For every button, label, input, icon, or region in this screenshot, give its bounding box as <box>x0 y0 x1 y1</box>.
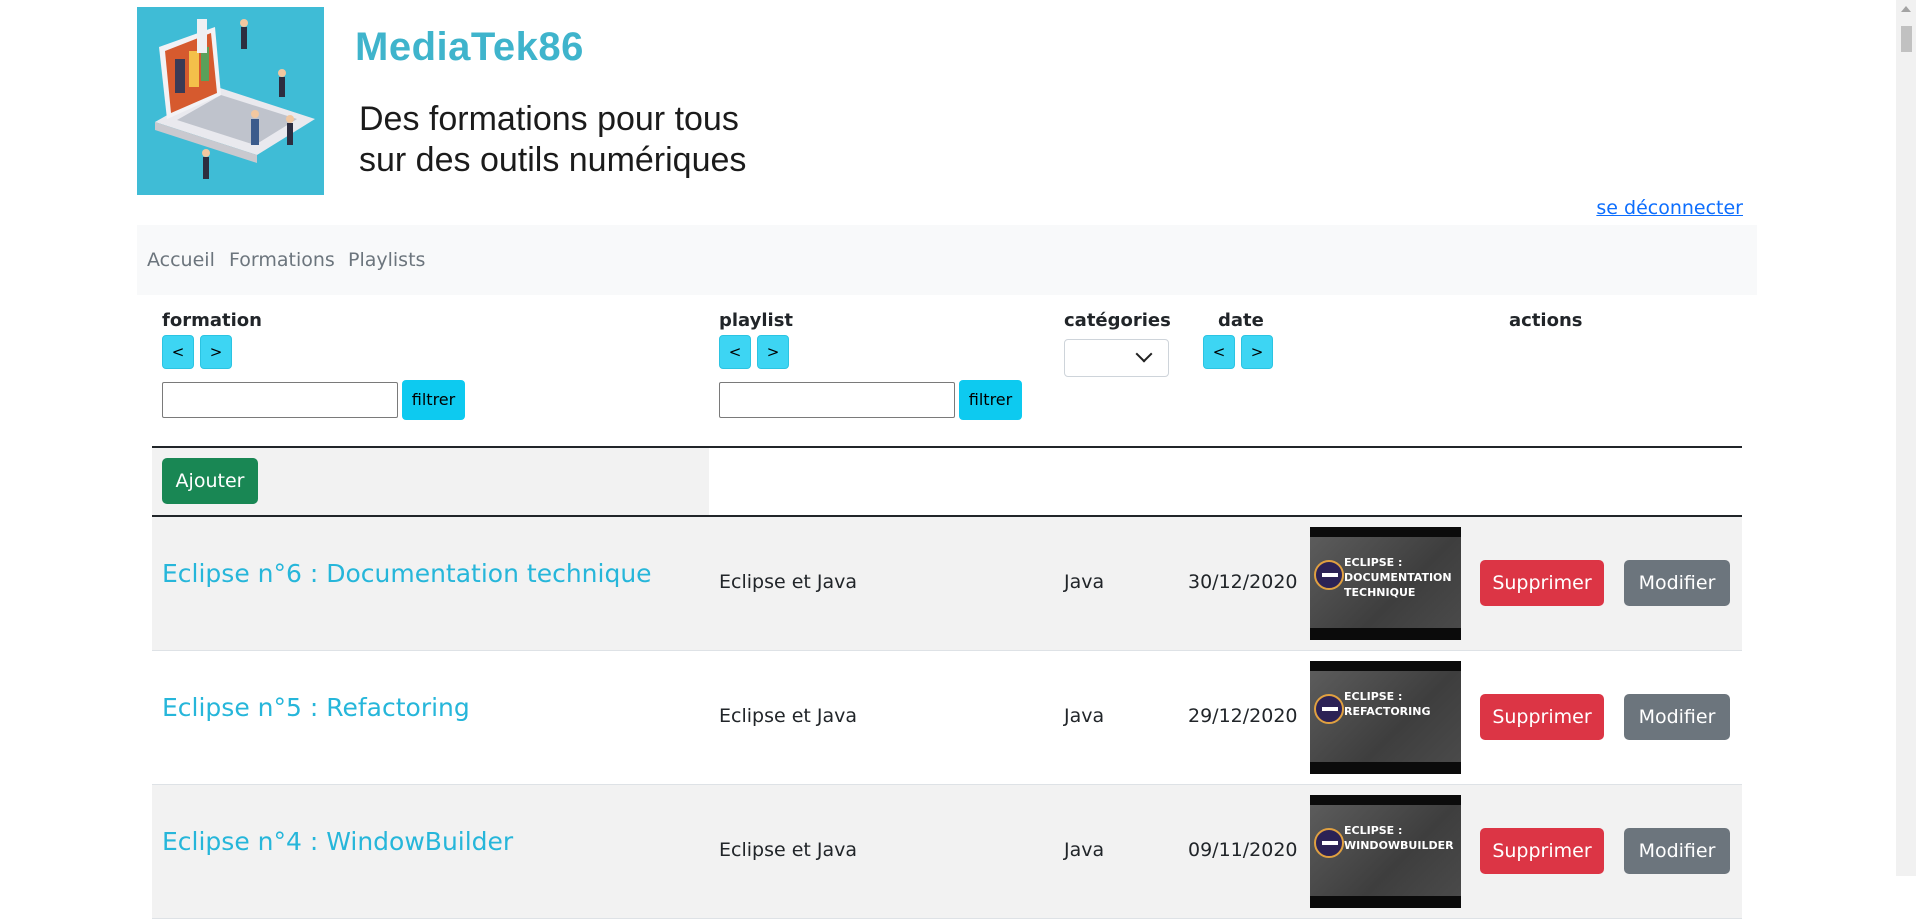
formation-title-link[interactable]: Eclipse n°6 : Documentation technique <box>162 559 652 588</box>
add-row: Ajouter <box>152 448 709 516</box>
video-thumbnail[interactable]: ECLIPSE : WINDOWBUILDER <box>1310 795 1461 908</box>
table-row: Eclipse n°4 : WindowBuilder Eclipse et J… <box>152 785 1742 919</box>
navbar: Accueil Formations Playlists <box>137 225 1757 295</box>
logout-link[interactable]: se déconnecter <box>1596 197 1743 219</box>
formation-filter-input[interactable] <box>162 382 398 418</box>
playlist-cell: Eclipse et Java <box>719 705 858 727</box>
date-cell: 30/12/2020 <box>1188 571 1298 593</box>
eclipse-logo-icon <box>1314 828 1344 858</box>
sort-formation-asc-button[interactable]: < <box>162 335 194 369</box>
edit-button[interactable]: Modifier <box>1624 694 1730 740</box>
date-cell: 29/12/2020 <box>1188 705 1298 727</box>
playlist-filter-button[interactable]: filtrer <box>959 380 1022 420</box>
formation-filter-button[interactable]: filtrer <box>402 380 465 420</box>
thumbnail-caption: ECLIPSE : DOCUMENTATION TECHNIQUE <box>1344 556 1452 599</box>
formation-title-link[interactable]: Eclipse n°4 : WindowBuilder <box>162 827 513 856</box>
table-row: Eclipse n°6 : Documentation technique Ec… <box>152 517 1742 651</box>
table-row: Eclipse n°5 : Refactoring Eclipse et Jav… <box>152 651 1742 785</box>
chevron-down-icon <box>1135 345 1153 363</box>
header-playlist: playlist <box>719 310 794 331</box>
nav-item-playlists[interactable]: Playlists <box>348 249 425 271</box>
eclipse-logo-icon <box>1314 694 1344 724</box>
tagline: Des formations pour tous sur des outils … <box>359 100 747 179</box>
category-cell: Java <box>1064 705 1105 727</box>
delete-button[interactable]: Supprimer <box>1480 828 1604 874</box>
category-cell: Java <box>1064 571 1105 593</box>
playlist-cell: Eclipse et Java <box>719 571 858 593</box>
nav-item-accueil[interactable]: Accueil <box>147 249 215 271</box>
formation-title-link[interactable]: Eclipse n°5 : Refactoring <box>162 693 470 722</box>
sort-date-asc-button[interactable]: < <box>1203 335 1235 369</box>
edit-button[interactable]: Modifier <box>1624 828 1730 874</box>
video-thumbnail[interactable]: ECLIPSE : DOCUMENTATION TECHNIQUE <box>1310 527 1461 640</box>
header-actions: actions <box>1509 310 1583 331</box>
delete-button[interactable]: Supprimer <box>1480 694 1604 740</box>
vertical-scrollbar[interactable] <box>1896 0 1916 876</box>
scroll-up-arrow-icon[interactable] <box>1901 6 1911 12</box>
laptop-illustration-logo <box>137 7 324 195</box>
playlist-filter-input[interactable] <box>719 382 955 418</box>
header-date: date <box>1218 310 1264 331</box>
header-formation: formation <box>162 310 262 331</box>
delete-button[interactable]: Supprimer <box>1480 560 1604 606</box>
thumbnail-caption: ECLIPSE : WINDOWBUILDER <box>1344 824 1454 852</box>
scrollbar-thumb[interactable] <box>1901 26 1912 52</box>
category-select[interactable] <box>1064 339 1169 377</box>
playlist-cell: Eclipse et Java <box>719 839 858 861</box>
header-categories: catégories <box>1064 310 1171 331</box>
eclipse-logo-icon <box>1314 560 1344 590</box>
sort-playlist-desc-button[interactable]: > <box>757 335 789 369</box>
edit-button[interactable]: Modifier <box>1624 560 1730 606</box>
video-thumbnail[interactable]: ECLIPSE : REFACTORING <box>1310 661 1461 774</box>
site-banner: MediaTek86 Des formations pour tous sur … <box>137 7 787 196</box>
sort-playlist-asc-button[interactable]: < <box>719 335 751 369</box>
date-cell: 09/11/2020 <box>1188 839 1298 861</box>
brand-title: MediaTek86 <box>355 25 584 69</box>
nav-item-formations[interactable]: Formations <box>229 249 335 271</box>
sort-date-desc-button[interactable]: > <box>1241 335 1273 369</box>
thumbnail-caption: ECLIPSE : REFACTORING <box>1344 690 1431 718</box>
category-cell: Java <box>1064 839 1105 861</box>
sort-formation-desc-button[interactable]: > <box>200 335 232 369</box>
add-formation-button[interactable]: Ajouter <box>162 458 258 504</box>
